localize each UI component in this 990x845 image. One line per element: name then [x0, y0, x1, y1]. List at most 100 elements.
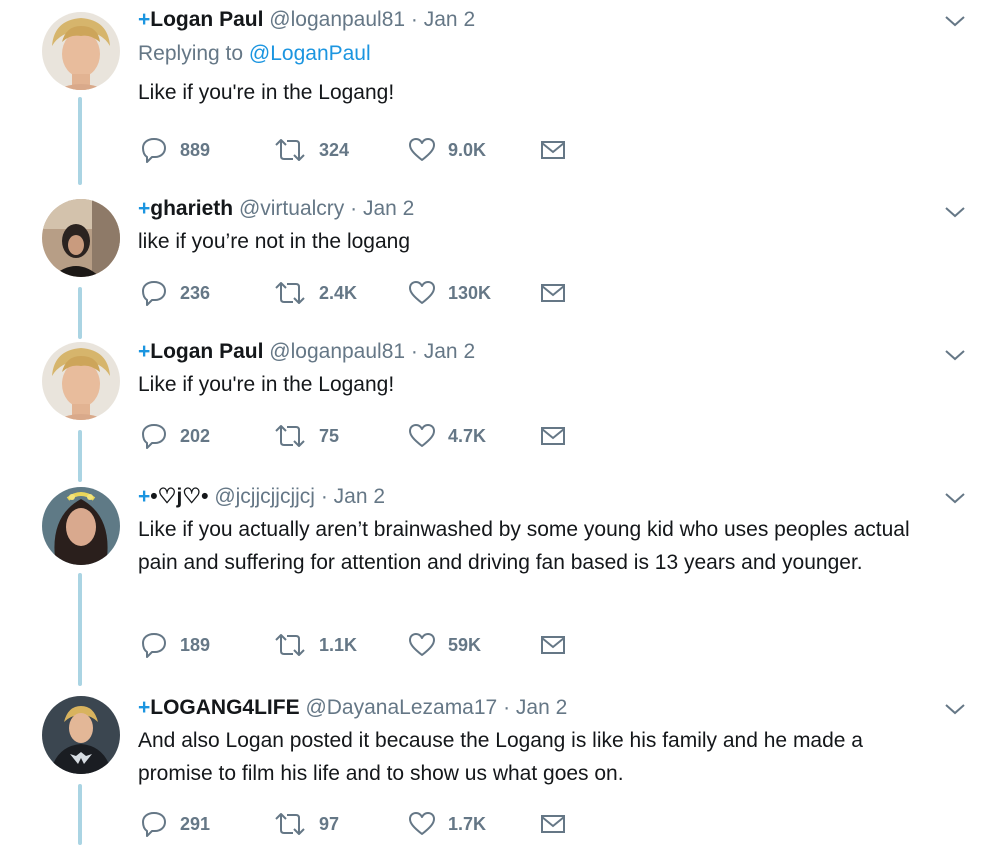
avatar[interactable] — [42, 199, 120, 277]
reply-button[interactable]: 291 — [140, 810, 210, 838]
chevron-down-icon[interactable] — [944, 14, 966, 28]
timestamp[interactable]: Jan 2 — [516, 696, 567, 719]
username[interactable]: @DayanaLezama17 — [305, 696, 497, 719]
avatar[interactable] — [42, 696, 120, 774]
timestamp[interactable]: Jan 2 — [424, 8, 475, 31]
tweet-header: +Logan Paul @loganpaul81 · Jan 2 — [138, 6, 930, 34]
tweet[interactable]: +Logan Paul @loganpaul81 · Jan 2 Replyin… — [0, 0, 990, 185]
retweet-button[interactable]: 75 — [273, 422, 339, 450]
separator: · — [410, 340, 418, 363]
retweet-count: 324 — [319, 139, 350, 160]
plus-sign: + — [138, 8, 151, 31]
tweet-header: +•♡j♡• @jcjjcjjcjjcj · Jan 2 — [138, 483, 930, 511]
like-count: 9.0K — [448, 139, 487, 160]
heart-icon — [409, 424, 435, 447]
like-button[interactable]: 4.7K — [408, 422, 486, 450]
retweet-count: 97 — [319, 813, 340, 834]
username[interactable]: @loganpaul81 — [269, 8, 405, 31]
retweet-button[interactable]: 2.4K — [273, 279, 357, 307]
username[interactable]: @jcjjcjjcjjcj — [214, 485, 315, 508]
replying-to: Replying to @LoganPaul — [138, 40, 930, 68]
tweet-text: Like if you're in the Logang! — [138, 81, 395, 104]
tweet[interactable]: +gharieth @virtualcry · Jan 2 like if yo… — [0, 185, 990, 328]
chevron-down-icon[interactable] — [944, 205, 966, 219]
reply-icon — [142, 138, 166, 163]
separator: · — [410, 8, 418, 31]
replying-to-link[interactable]: @LoganPaul — [249, 42, 371, 65]
tweet-text: like if you’re not in the logang — [138, 230, 411, 253]
like-button[interactable]: 1.7K — [408, 810, 486, 838]
retweet-button[interactable]: 1.1K — [273, 631, 357, 659]
heart-icon — [409, 138, 435, 161]
plus-sign: + — [138, 485, 151, 508]
reply-button[interactable]: 202 — [140, 422, 210, 450]
avatar[interactable] — [42, 342, 120, 420]
display-name[interactable]: Logan Paul — [150, 8, 263, 31]
tweet-text: Like if you actually aren’t brainwashed … — [138, 518, 910, 574]
heart-icon — [409, 633, 435, 656]
username[interactable]: @loganpaul81 — [269, 340, 405, 363]
tweet[interactable]: +Logan Paul @loganpaul81 · Jan 2 Like if… — [0, 328, 990, 471]
retweet-count: 2.4K — [319, 282, 358, 303]
retweet-button[interactable]: 97 — [273, 810, 339, 838]
tweet-header: +gharieth @virtualcry · Jan 2 — [138, 195, 930, 223]
retweet-icon — [275, 813, 305, 835]
chevron-down-icon[interactable] — [944, 702, 966, 716]
reply-button[interactable]: 889 — [140, 136, 210, 164]
tweet-text: And also Logan posted it because the Log… — [138, 729, 863, 785]
chevron-down-icon[interactable] — [944, 491, 966, 505]
envelope-icon — [541, 815, 565, 833]
tweet-header: +Logan Paul @loganpaul81 · Jan 2 — [138, 338, 930, 366]
tweet[interactable]: +LOGANG4LIFE @DayanaLezama17 · Jan 2 And… — [0, 682, 990, 845]
separator: · — [503, 696, 511, 719]
username[interactable]: @virtualcry — [239, 197, 344, 220]
plus-sign: + — [138, 197, 151, 220]
envelope-icon — [541, 636, 565, 654]
reply-count: 889 — [180, 139, 211, 160]
heart-icon — [409, 812, 435, 835]
tweet[interactable]: +•♡j♡• @jcjjcjjcjjcj · Jan 2 Like if you… — [0, 471, 990, 682]
chevron-down-icon[interactable] — [944, 348, 966, 362]
tweet-header: +LOGANG4LIFE @DayanaLezama17 · Jan 2 — [138, 694, 930, 722]
direct-message-button[interactable] — [540, 136, 566, 164]
reply-button[interactable]: 189 — [140, 631, 210, 659]
retweet-icon — [275, 425, 305, 447]
like-count: 1.7K — [448, 813, 487, 834]
like-button[interactable]: 59K — [408, 631, 481, 659]
retweet-count: 75 — [319, 425, 340, 446]
separator: · — [350, 197, 358, 220]
reply-icon — [142, 812, 166, 837]
heart-icon — [409, 281, 435, 304]
timestamp[interactable]: Jan 2 — [363, 197, 414, 220]
avatar[interactable] — [42, 12, 120, 90]
envelope-icon — [541, 427, 565, 445]
direct-message-button[interactable] — [540, 279, 566, 307]
plus-sign: + — [138, 340, 151, 363]
direct-message-button[interactable] — [540, 631, 566, 659]
display-name[interactable]: •♡j♡• — [150, 485, 208, 508]
reply-icon — [142, 424, 166, 449]
direct-message-button[interactable] — [540, 422, 566, 450]
reply-icon — [142, 281, 166, 306]
display-name[interactable]: gharieth — [150, 197, 233, 220]
tweet-text: Like if you're in the Logang! — [138, 373, 395, 396]
reply-button[interactable]: 236 — [140, 279, 210, 307]
plus-sign: + — [138, 696, 151, 719]
timestamp[interactable]: Jan 2 — [334, 485, 385, 508]
retweet-icon — [275, 282, 305, 304]
like-button[interactable]: 130K — [408, 279, 491, 307]
like-button[interactable]: 9.0K — [408, 136, 486, 164]
retweet-icon — [275, 634, 305, 656]
avatar[interactable] — [42, 487, 120, 565]
display-name[interactable]: Logan Paul — [150, 340, 263, 363]
reply-count: 189 — [180, 634, 211, 655]
envelope-icon — [541, 284, 565, 302]
retweet-button[interactable]: 324 — [273, 136, 349, 164]
like-count: 4.7K — [448, 425, 487, 446]
retweet-count: 1.1K — [319, 634, 358, 655]
reply-icon — [142, 633, 166, 658]
direct-message-button[interactable] — [540, 810, 566, 838]
timestamp[interactable]: Jan 2 — [424, 340, 475, 363]
display-name[interactable]: LOGANG4LIFE — [150, 696, 299, 719]
replying-to-label: Replying to — [138, 42, 244, 65]
